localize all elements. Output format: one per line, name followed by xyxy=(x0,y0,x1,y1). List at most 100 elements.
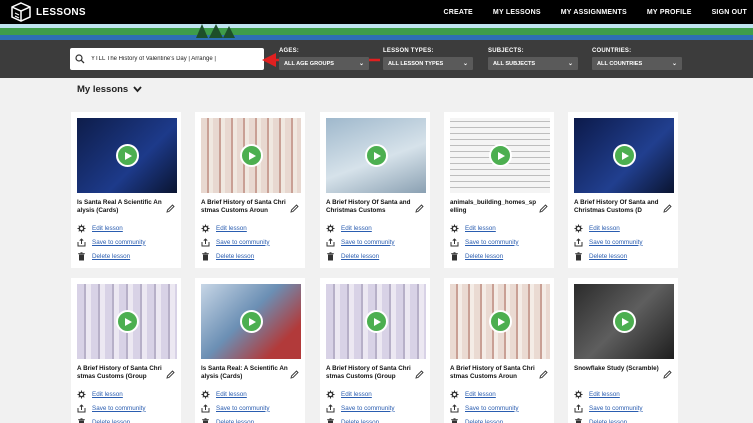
delete-lesson-label: Delete lesson xyxy=(216,252,255,260)
lesson-thumbnail[interactable] xyxy=(201,284,301,359)
lesson-thumbnail[interactable] xyxy=(574,284,674,359)
lesson-thumbnail[interactable] xyxy=(326,118,426,193)
edit-lesson-label: Edit lesson xyxy=(92,390,123,398)
countries-select[interactable]: ALL COUNTRIES ⌄ xyxy=(592,57,682,70)
search-box[interactable] xyxy=(70,48,264,70)
edit-lesson-link[interactable]: Edit lesson xyxy=(201,221,299,235)
search-input[interactable] xyxy=(91,56,261,62)
share-icon xyxy=(77,237,86,247)
edit-lesson-link[interactable]: Edit lesson xyxy=(326,387,424,401)
play-button[interactable] xyxy=(240,144,263,167)
delete-lesson-link[interactable]: Delete lesson xyxy=(450,415,548,423)
lesson-title[interactable]: A Brief History Of Santa and Christmas C… xyxy=(574,199,662,221)
nav-my-assignments[interactable]: MY ASSIGNMENTS xyxy=(561,9,627,16)
edit-lesson-link[interactable]: Edit lesson xyxy=(201,387,299,401)
lesson-thumbnail[interactable] xyxy=(201,118,301,193)
edit-lesson-link[interactable]: Edit lesson xyxy=(450,221,548,235)
ages-select[interactable]: ALL AGE GROUPS ⌄ xyxy=(279,57,369,70)
nav-my-lessons[interactable]: MY LESSONS xyxy=(493,9,541,16)
lesson-types-select[interactable]: ALL LESSON TYPES ⌄ xyxy=(383,57,473,70)
subjects-select[interactable]: ALL SUBJECTS ⌄ xyxy=(488,57,578,70)
play-button[interactable] xyxy=(489,144,512,167)
pencil-icon[interactable] xyxy=(415,370,424,379)
edit-lesson-link[interactable]: Edit lesson xyxy=(574,221,672,235)
save-to-community-link[interactable]: Save to community xyxy=(574,235,672,249)
lesson-thumbnail[interactable] xyxy=(326,284,426,359)
play-button[interactable] xyxy=(365,310,388,333)
save-to-community-link[interactable]: Save to community xyxy=(450,401,548,415)
delete-lesson-link[interactable]: Delete lesson xyxy=(77,415,175,423)
delete-lesson-link[interactable]: Delete lesson xyxy=(201,415,299,423)
lesson-thumbnail[interactable] xyxy=(450,118,550,193)
lesson-title[interactable]: A Brief History Of Santa and Christmas C… xyxy=(326,199,414,221)
delete-lesson-link[interactable]: Delete lesson xyxy=(450,249,548,263)
edit-lesson-link[interactable]: Edit lesson xyxy=(326,221,424,235)
pencil-icon[interactable] xyxy=(290,204,299,213)
gear-icon xyxy=(77,390,86,399)
lesson-title[interactable]: A Brief History of Santa Christmas Custo… xyxy=(77,365,165,387)
gear-icon xyxy=(326,224,335,233)
pencil-icon[interactable] xyxy=(539,204,548,213)
delete-lesson-link[interactable]: Delete lesson xyxy=(201,249,299,263)
lesson-card: A Brief History of Santa Christmas Custo… xyxy=(444,278,554,423)
play-button[interactable] xyxy=(240,310,263,333)
save-to-community-link[interactable]: Save to community xyxy=(574,401,672,415)
edit-lesson-link[interactable]: Edit lesson xyxy=(77,221,175,235)
save-to-community-link[interactable]: Save to community xyxy=(450,235,548,249)
brand-logo[interactable]: LESSONS xyxy=(10,2,86,22)
pencil-icon[interactable] xyxy=(539,370,548,379)
pencil-icon[interactable] xyxy=(290,370,299,379)
play-button[interactable] xyxy=(489,310,512,333)
pencil-icon[interactable] xyxy=(166,370,175,379)
lesson-title[interactable]: A Brief History of Santa Christmas Custo… xyxy=(201,199,289,221)
edit-lesson-label: Edit lesson xyxy=(92,224,123,232)
save-to-community-link[interactable]: Save to community xyxy=(77,235,175,249)
subjects-select-value: ALL SUBJECTS xyxy=(493,60,536,67)
save-to-community-label: Save to community xyxy=(589,404,643,412)
lesson-thumbnail[interactable] xyxy=(574,118,674,193)
delete-lesson-link[interactable]: Delete lesson xyxy=(574,415,672,423)
gear-icon xyxy=(450,390,459,399)
play-button[interactable] xyxy=(613,310,636,333)
play-icon xyxy=(248,151,256,160)
gear-icon xyxy=(77,224,86,233)
lesson-title[interactable]: Snowflake Study (Scramble) xyxy=(574,365,662,387)
gear-icon xyxy=(326,390,335,399)
trash-icon xyxy=(77,251,86,261)
save-to-community-link[interactable]: Save to community xyxy=(201,235,299,249)
play-button[interactable] xyxy=(116,144,139,167)
my-lessons-dropdown[interactable]: My lessons xyxy=(77,84,142,95)
play-button[interactable] xyxy=(116,310,139,333)
save-to-community-link[interactable]: Save to community xyxy=(201,401,299,415)
nav-create[interactable]: CREATE xyxy=(443,9,472,16)
trash-icon xyxy=(201,417,210,423)
nav-sign-out[interactable]: SIGN OUT xyxy=(712,9,747,16)
lesson-title[interactable]: animals_building_homes_spelling xyxy=(450,199,538,221)
delete-lesson-link[interactable]: Delete lesson xyxy=(77,249,175,263)
save-to-community-link[interactable]: Save to community xyxy=(77,401,175,415)
nav-my-profile[interactable]: MY PROFILE xyxy=(647,9,692,16)
play-icon xyxy=(373,151,381,160)
play-button[interactable] xyxy=(613,144,636,167)
pencil-icon[interactable] xyxy=(663,370,672,379)
save-to-community-link[interactable]: Save to community xyxy=(326,401,424,415)
lesson-thumbnail[interactable] xyxy=(77,284,177,359)
edit-lesson-link[interactable]: Edit lesson xyxy=(450,387,548,401)
pencil-icon[interactable] xyxy=(415,204,424,213)
lesson-title[interactable]: A Brief History of Santa Christmas Custo… xyxy=(326,365,414,387)
pencil-icon[interactable] xyxy=(663,204,672,213)
lesson-title[interactable]: A Brief History of Santa Christmas Custo… xyxy=(450,365,538,387)
share-icon xyxy=(201,237,210,247)
delete-lesson-link[interactable]: Delete lesson xyxy=(326,415,424,423)
edit-lesson-link[interactable]: Edit lesson xyxy=(77,387,175,401)
lesson-thumbnail[interactable] xyxy=(77,118,177,193)
lesson-title[interactable]: Is Santa Real A Scientific Analysis (Car… xyxy=(77,199,165,221)
lesson-title[interactable]: Is Santa Real: A Scientific Analysis (Ca… xyxy=(201,365,289,387)
edit-lesson-link[interactable]: Edit lesson xyxy=(574,387,672,401)
lesson-thumbnail[interactable] xyxy=(450,284,550,359)
delete-lesson-link[interactable]: Delete lesson xyxy=(574,249,672,263)
save-to-community-link[interactable]: Save to community xyxy=(326,235,424,249)
play-button[interactable] xyxy=(365,144,388,167)
pencil-icon[interactable] xyxy=(166,204,175,213)
delete-lesson-link[interactable]: Delete lesson xyxy=(326,249,424,263)
